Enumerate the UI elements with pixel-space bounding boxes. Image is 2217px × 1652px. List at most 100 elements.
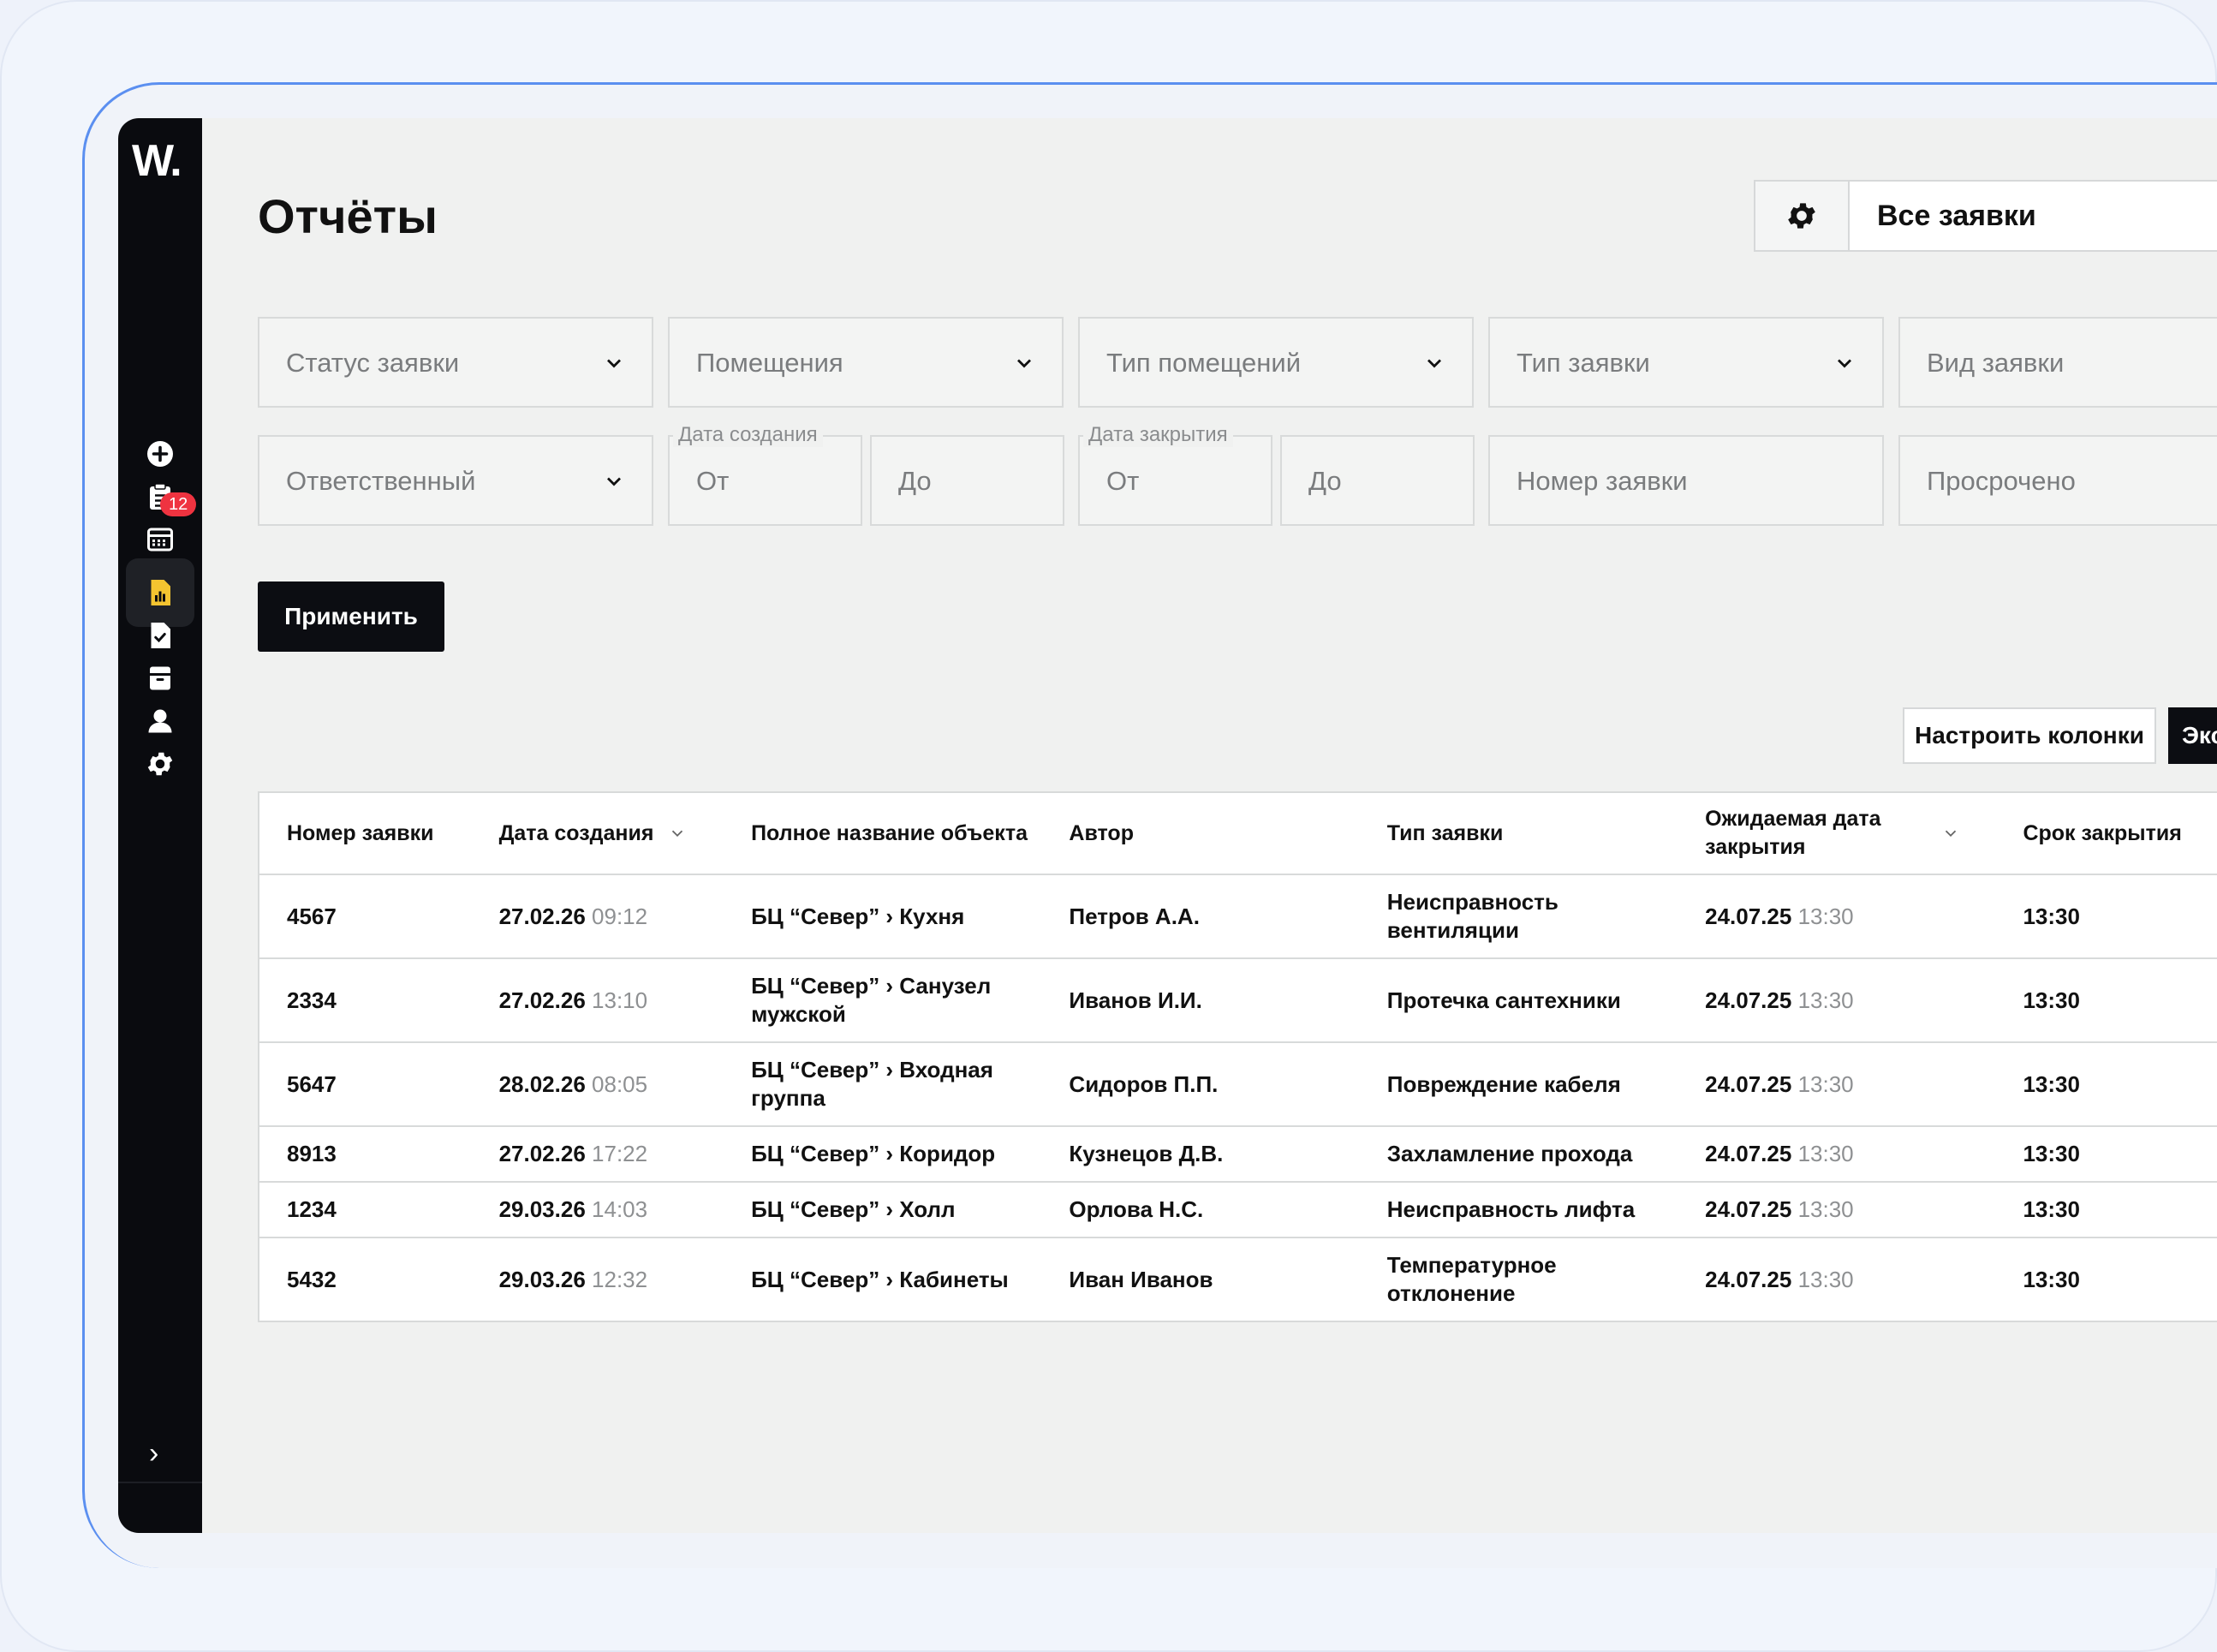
overdue-filter-placeholder: Просрочено [1927,466,2076,496]
cell-number: 8913 [287,1141,337,1166]
created-date: 27.02.26 [498,903,586,929]
cell-expected: 24.07.25 13:30 [1678,1196,1995,1224]
created-date: 27.02.26 [498,987,586,1013]
cell-deadline: 13:30 [2023,1266,2080,1292]
room-type-filter-placeholder: Тип помещений [1106,348,1302,378]
header-type[interactable]: Тип заявки [1360,820,1678,848]
expected-date: 24.07.25 [1705,1141,1792,1166]
expected-time: 13:30 [1797,903,1854,929]
overdue-filter[interactable]: Просрочено [1898,435,2217,526]
view-selector[interactable]: Все заявки [1754,180,2217,252]
cell-number: 1234 [287,1196,337,1222]
sidebar-item-settings[interactable] [126,730,194,798]
closed-from-field[interactable]: От [1078,435,1272,526]
request-kind-filter-placeholder: Вид заявки [1927,348,2065,378]
configure-columns-button[interactable]: Настроить колонки [1903,707,2156,764]
status-filter[interactable]: Статус заявки [258,317,653,408]
created-time: 08:05 [592,1071,648,1097]
rooms-filter[interactable]: Помещения [668,317,1064,408]
view-settings-button[interactable] [1755,182,1850,250]
cell-type: Температурное отклонение [1386,1252,1557,1306]
table-row[interactable]: 5432 29.03.26 12:32 БЦ “Север” › Кабинет… [259,1238,2217,1321]
cell-deadline: 13:30 [2023,1141,2080,1166]
gear-icon [147,752,173,776]
room-type-filter[interactable]: Тип помещений [1078,317,1474,408]
expected-date: 24.07.25 [1705,1266,1792,1292]
cell-deadline: 13:30 [2023,903,2080,929]
gear-icon [1788,203,1815,229]
cell-author: Сидоров П.П. [1069,1071,1219,1097]
cell-object: БЦ “Север” › Холл [751,1196,956,1222]
expected-time: 13:30 [1797,1141,1854,1166]
table-row[interactable]: 2334 27.02.26 13:10 БЦ “Север” › Санузел… [259,959,2217,1043]
reports-table: Номер заявки Дата создания Полное назван… [258,791,2217,1322]
header-deadline[interactable]: Срок закрытия [1995,820,2217,848]
cell-expected: 24.07.25 13:30 [1678,1140,1995,1168]
created-time: 13:10 [592,987,648,1013]
cell-author: Кузнецов Д.В. [1069,1141,1224,1166]
created-date: 29.03.26 [498,1196,586,1222]
created-time: 14:03 [592,1196,648,1222]
header-number[interactable]: Номер заявки [259,820,472,848]
expected-time: 13:30 [1797,1196,1854,1222]
header-expected[interactable]: Ожидаемая дата закрытия [1678,805,1995,862]
header-created[interactable]: Дата создания [472,820,724,848]
expected-date: 24.07.25 [1705,987,1792,1013]
table-row[interactable]: 1234 29.03.26 14:03 БЦ “Север” › Холл Ор… [259,1183,2217,1238]
export-button[interactable]: Экспорт [2168,707,2217,764]
request-number-field[interactable]: Номер заявки [1488,435,1884,526]
sidebar-expand-button[interactable]: › [149,1437,158,1470]
cell-author: Иван Иванов [1069,1266,1213,1292]
closed-to-field[interactable]: До [1280,435,1475,526]
expected-time: 13:30 [1797,1071,1854,1097]
created-date: 28.02.26 [498,1071,586,1097]
app-logo[interactable]: W. [132,135,182,187]
header-object[interactable]: Полное название объекта [724,820,1041,848]
cell-type: Захламление прохода [1386,1141,1633,1166]
created-date: 27.02.26 [498,1141,586,1166]
cell-number: 5647 [287,1071,337,1097]
chevron-down-icon [607,359,621,368]
expected-time: 13:30 [1797,987,1854,1013]
apply-button[interactable]: Применить [258,581,444,652]
cell-deadline: 13:30 [2023,1071,2080,1097]
responsible-filter[interactable]: Ответственный [258,435,653,526]
main-content: Отчёты Все заявки Статус заявки Помещени… [202,118,2217,1533]
created-time: 17:22 [592,1141,648,1166]
cell-expected: 24.07.25 13:30 [1678,987,1995,1015]
created-date-legend: Дата создания [673,423,823,447]
chevron-down-icon [607,477,621,486]
cell-expected: 24.07.25 13:30 [1678,1071,1995,1099]
cell-number: 2334 [287,987,337,1013]
created-from-placeholder: От [696,466,730,496]
chevron-down-icon [1945,830,1957,838]
cell-object: БЦ “Север” › Коридор [751,1141,996,1166]
expected-date: 24.07.25 [1705,1196,1792,1222]
table-row[interactable]: 5647 28.02.26 08:05 БЦ “Север” › Входная… [259,1043,2217,1127]
cell-author: Орлова Н.С. [1069,1196,1204,1222]
chevron-down-icon [1427,359,1441,368]
cell-created: 27.02.26 09:12 [472,903,724,931]
cell-object: БЦ “Север” › Кухня [751,903,965,929]
request-type-filter[interactable]: Тип заявки [1488,317,1884,408]
responsible-filter-placeholder: Ответственный [286,466,476,496]
created-to-field[interactable]: До [870,435,1064,526]
closed-from-placeholder: От [1106,466,1140,496]
cell-deadline: 13:30 [2023,1196,2080,1222]
cell-number: 5432 [287,1266,337,1292]
table-row[interactable]: 8913 27.02.26 17:22 БЦ “Север” › Коридор… [259,1127,2217,1183]
closed-to-placeholder: До [1308,466,1342,496]
expected-time: 13:30 [1797,1266,1854,1292]
header-author[interactable]: Автор [1041,820,1359,848]
request-number-placeholder: Номер заявки [1517,466,1688,496]
expected-date: 24.07.25 [1705,1071,1792,1097]
app-screen: W. 12 › Отчёты Все заявки Статус заявки … [118,118,2217,1533]
status-filter-placeholder: Статус заявки [286,348,460,378]
request-kind-filter[interactable]: Вид заявки [1898,317,2217,408]
created-date: 29.03.26 [498,1266,586,1292]
table-row[interactable]: 4567 27.02.26 09:12 БЦ “Север” › Кухня П… [259,875,2217,959]
chevron-down-icon [671,830,682,838]
created-from-field[interactable]: От [668,435,862,526]
cell-deadline: 13:30 [2023,987,2080,1013]
cell-author: Иванов И.И. [1069,987,1202,1013]
